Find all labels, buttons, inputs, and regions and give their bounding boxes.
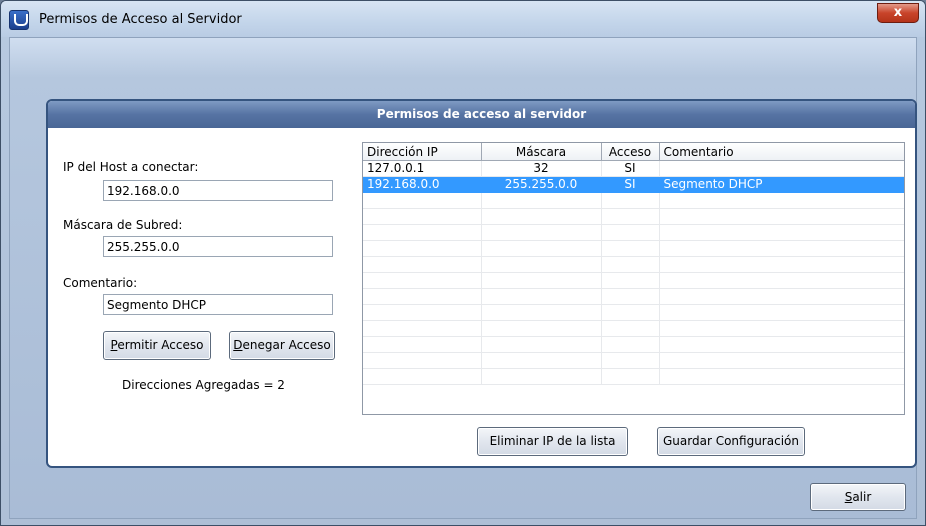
- comment-label: Comentario:: [63, 276, 138, 290]
- allow-label: ermitir Acceso: [117, 338, 204, 352]
- column-ip[interactable]: Dirección IP: [363, 143, 482, 161]
- column-mask[interactable]: Máscara: [481, 143, 602, 161]
- access-table: Dirección IP Máscara Acceso Comentario 1…: [363, 143, 904, 385]
- comment-input[interactable]: [103, 294, 333, 315]
- exit-label: alir: [852, 490, 872, 504]
- table-header: Dirección IP Máscara Acceso Comentario: [363, 143, 904, 161]
- cell-access: SI: [601, 176, 660, 193]
- empty-row: [363, 320, 904, 337]
- cell-mask: 255.255.0.0: [481, 176, 602, 193]
- address-count: Direcciones Agregadas = 2: [122, 378, 285, 392]
- empty-row: [363, 256, 904, 273]
- empty-row: [363, 208, 904, 225]
- access-list[interactable]: Dirección IP Máscara Acceso Comentario 1…: [362, 142, 905, 415]
- exit-button[interactable]: Salir: [810, 483, 906, 511]
- empty-row: [363, 288, 904, 305]
- empty-row: [363, 368, 904, 385]
- empty-row: [363, 192, 904, 209]
- cell-comment: Segmento DHCP: [659, 176, 904, 193]
- save-config-button[interactable]: Guardar Configuración: [657, 427, 805, 456]
- cell-mask: 32: [481, 160, 602, 177]
- cell-access: SI: [601, 160, 660, 177]
- cell-ip: 192.168.0.0: [363, 176, 482, 193]
- empty-row: [363, 336, 904, 353]
- app-icon: [9, 10, 29, 30]
- close-icon: x: [893, 5, 903, 20]
- remove-ip-button[interactable]: Eliminar IP de la lista: [477, 427, 628, 456]
- deny-access-button[interactable]: Denegar Acceso: [229, 331, 335, 360]
- empty-row: [363, 224, 904, 241]
- empty-row: [363, 352, 904, 369]
- cell-ip: 127.0.0.1: [363, 160, 482, 177]
- empty-row: [363, 240, 904, 257]
- close-button[interactable]: x: [877, 3, 919, 23]
- title-bar[interactable]: Permisos de Acceso al Servidor x: [1, 1, 925, 37]
- table-row-selected[interactable]: 192.168.0.0 255.255.0.0 SI Segmento DHCP: [363, 176, 904, 193]
- cell-comment: [659, 160, 904, 177]
- subnet-mask-input[interactable]: [103, 236, 333, 257]
- panel-header: Permisos de acceso al servidor: [48, 101, 915, 128]
- mask-label: Máscara de Subred:: [63, 218, 183, 232]
- allow-access-button[interactable]: Permitir Acceso: [103, 331, 211, 360]
- deny-label: enegar Acceso: [242, 338, 331, 352]
- window-title: Permisos de Acceso al Servidor: [39, 12, 242, 27]
- access-panel: Permisos de acceso al servidor IP del Ho…: [46, 99, 917, 468]
- table-row[interactable]: 127.0.0.1 32 SI: [363, 160, 904, 177]
- window: Permisos de Acceso al Servidor x Permiso…: [0, 0, 926, 526]
- column-access[interactable]: Acceso: [601, 143, 660, 161]
- host-ip-input[interactable]: [103, 180, 333, 201]
- column-comment[interactable]: Comentario: [659, 143, 904, 161]
- empty-row: [363, 304, 904, 321]
- empty-row: [363, 272, 904, 289]
- host-label: IP del Host a conectar:: [63, 160, 199, 174]
